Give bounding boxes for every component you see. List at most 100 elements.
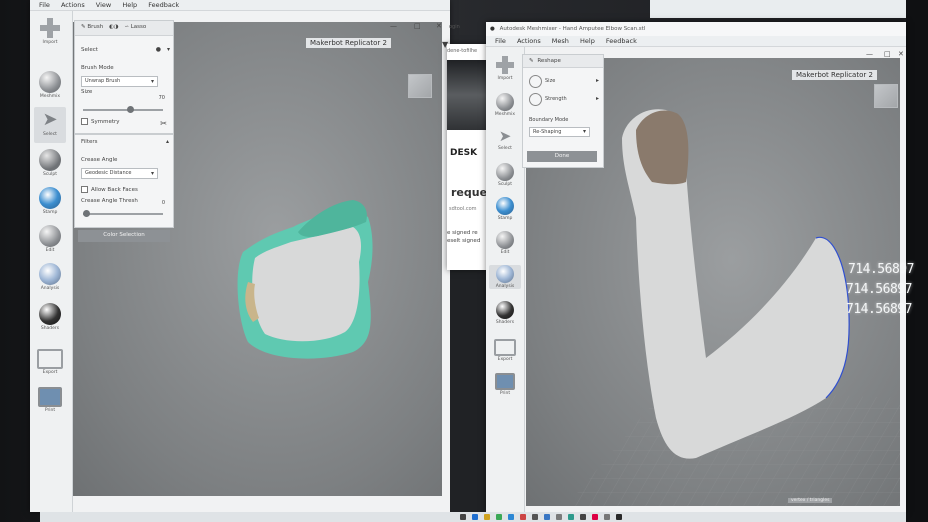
- section-collapse-icon[interactable]: ●: [156, 46, 161, 53]
- filters-collapse-icon[interactable]: ▴: [166, 138, 169, 145]
- tool-label: Meshmix: [39, 94, 61, 99]
- tool-edit[interactable]: Edit: [34, 225, 66, 253]
- taskbar-app-icon[interactable]: [604, 514, 610, 520]
- view-cube[interactable]: [408, 74, 432, 98]
- tool-label: Meshmix: [494, 112, 516, 117]
- browser-tab-text[interactable]: ogin: [449, 24, 460, 30]
- right-title-bar: ● Autodesk Meshmixer - Hand Amputee Elbo…: [486, 22, 906, 36]
- tool-select[interactable]: ➤ Select: [489, 127, 521, 151]
- browser-url-fragment[interactable]: dene-tofilhe: [447, 48, 477, 54]
- tool-print[interactable]: Print: [489, 373, 521, 396]
- size-slider[interactable]: [83, 106, 163, 113]
- plus-icon: [495, 55, 515, 75]
- os-taskbar: [40, 512, 906, 522]
- menu-actions[interactable]: Actions: [61, 0, 85, 10]
- strength-ring-icon[interactable]: [529, 93, 542, 106]
- symmetry-checkbox[interactable]: [81, 118, 88, 125]
- window-minimize-icon[interactable]: —: [390, 22, 397, 30]
- printer-label[interactable]: Makerbot Replicator 2: [306, 38, 391, 48]
- view-cube[interactable]: [874, 84, 898, 108]
- tool-meshmix[interactable]: Meshmix: [34, 71, 66, 99]
- window-maximize-icon[interactable]: □: [414, 22, 421, 30]
- crease-mode-select[interactable]: Geodesic Distance: [81, 168, 158, 179]
- window-maximize-icon[interactable]: □: [884, 50, 891, 58]
- taskbar-app-icon[interactable]: [556, 514, 562, 520]
- coordinate-readout: 714.56897: [846, 282, 912, 297]
- taskbar-app-icon[interactable]: [616, 514, 622, 520]
- tool-label: Edit: [500, 250, 510, 255]
- size-label: Size: [81, 89, 93, 95]
- taskbar-app-icon[interactable]: [496, 514, 502, 520]
- taskbar-app-icon[interactable]: [568, 514, 574, 520]
- size-param-expand-icon[interactable]: ▸: [596, 77, 599, 84]
- size-ring-icon[interactable]: [529, 75, 542, 88]
- symmetry-row[interactable]: Symmetry: [81, 118, 167, 125]
- settings-wrench-icon[interactable]: ✂: [160, 119, 167, 128]
- browser-email[interactable]: sdtool.com: [449, 206, 477, 212]
- taskbar-app-icon[interactable]: [592, 514, 598, 520]
- tool-sculpt[interactable]: Sculpt: [489, 163, 521, 187]
- tool-import[interactable]: Import: [489, 55, 521, 81]
- menu-file[interactable]: File: [495, 36, 506, 46]
- window-close-icon[interactable]: ✕: [898, 50, 904, 58]
- tool-export[interactable]: Export: [489, 339, 521, 362]
- allow-back-faces-checkbox[interactable]: [81, 186, 88, 193]
- taskbar-app-icon[interactable]: [544, 514, 550, 520]
- stamp-icon: [496, 197, 514, 215]
- section-more-icon[interactable]: ▾: [167, 46, 170, 53]
- plus-icon: [39, 17, 61, 39]
- tool-select[interactable]: ➤ Select: [34, 107, 66, 143]
- brush-tab[interactable]: ✎ Brush: [81, 24, 105, 30]
- strength-param-expand-icon[interactable]: ▸: [596, 95, 599, 102]
- taskbar-app-icon[interactable]: [532, 514, 538, 520]
- done-button[interactable]: Done: [527, 151, 597, 162]
- lasso-tab[interactable]: ∽ Lasso: [124, 24, 146, 30]
- tool-meshmix[interactable]: Meshmix: [489, 93, 521, 117]
- tool-stamp[interactable]: Stamp: [489, 197, 521, 221]
- taskbar-app-icon[interactable]: [580, 514, 586, 520]
- menu-help[interactable]: Help: [122, 0, 137, 10]
- tool-analysis[interactable]: Analysis: [34, 263, 66, 291]
- tool-shaders[interactable]: Shaders: [489, 301, 521, 325]
- window-close-icon[interactable]: ✕: [436, 22, 442, 30]
- taskbar-app-icon[interactable]: [508, 514, 514, 520]
- crease-slider-knob[interactable]: [83, 210, 90, 217]
- window-minimize-icon[interactable]: —: [866, 50, 873, 58]
- size-slider-knob[interactable]: [127, 106, 134, 113]
- tool-export[interactable]: Export: [34, 349, 66, 375]
- reshape-panel-header: ✎ Reshape: [523, 55, 603, 68]
- menu-help[interactable]: Help: [580, 36, 595, 46]
- menu-view[interactable]: View: [96, 0, 111, 10]
- menu-feedback[interactable]: Feedback: [148, 0, 179, 10]
- tool-sculpt[interactable]: Sculpt: [34, 149, 66, 177]
- tool-analysis[interactable]: Analysis: [489, 265, 521, 289]
- size-value: 70: [158, 95, 165, 101]
- tool-stamp[interactable]: Stamp: [34, 187, 66, 215]
- menu-file[interactable]: File: [39, 0, 50, 10]
- tool-import[interactable]: Import: [34, 17, 66, 45]
- tool-print[interactable]: Print: [34, 387, 66, 413]
- printer-label[interactable]: Makerbot Replicator 2: [792, 70, 877, 80]
- brush-tab-label: Brush: [87, 24, 104, 30]
- taskbar-app-icon[interactable]: [472, 514, 478, 520]
- brush-toggle-icon[interactable]: ◐◑: [109, 24, 119, 30]
- select-panel-tabs: ✎ Brush ◐◑ ∽ Lasso: [75, 21, 173, 36]
- allow-back-faces-row[interactable]: Allow Back Faces: [81, 186, 167, 193]
- boundary-mode-select[interactable]: Re-Shaping: [529, 127, 590, 137]
- tool-label: Shaders: [495, 320, 515, 325]
- taskbar-app-icon[interactable]: [520, 514, 526, 520]
- menu-mesh[interactable]: Mesh: [552, 36, 569, 46]
- menu-feedback[interactable]: Feedback: [606, 36, 637, 46]
- crease-thresh-slider[interactable]: [83, 210, 163, 217]
- browser-line-2: eselt signed: [447, 238, 481, 244]
- tool-edit[interactable]: Edit: [489, 231, 521, 255]
- taskbar-app-icon[interactable]: [460, 514, 466, 520]
- tool-shaders[interactable]: Shaders: [34, 303, 66, 331]
- tool-label: Shaders: [40, 326, 60, 331]
- color-selection-button[interactable]: Color Selection: [78, 230, 170, 242]
- tool-label: Select: [498, 146, 512, 151]
- taskbar-app-icon[interactable]: [484, 514, 490, 520]
- menu-actions[interactable]: Actions: [517, 36, 541, 46]
- brush-mode-select[interactable]: Unwrap Brush: [81, 76, 158, 87]
- right-menu-bar: File Actions Mesh Help Feedback: [486, 36, 906, 47]
